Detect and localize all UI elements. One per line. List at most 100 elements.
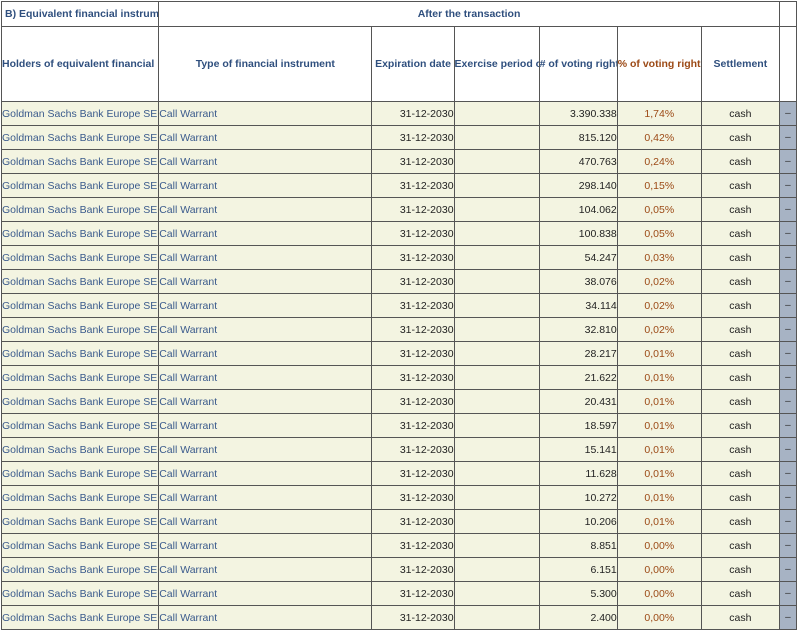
cell-expiration: 31-12-2030 xyxy=(371,317,455,342)
cell-expiration: 31-12-2030 xyxy=(371,509,455,534)
cell-exercise-period xyxy=(453,173,540,198)
cell-voting-rights: 470.763 xyxy=(538,149,618,174)
cell-type: Call Warrant xyxy=(158,197,373,222)
cell-voting-rights: 38.076 xyxy=(538,269,618,294)
row-side-marker[interactable]: – xyxy=(778,365,798,390)
cell-settlement: cash xyxy=(700,221,780,246)
row-side-marker[interactable]: – xyxy=(778,221,798,246)
row-side-marker[interactable]: – xyxy=(778,581,798,606)
cell-exercise-period xyxy=(453,197,540,222)
cell-holder: Goldman Sachs Bank Europe SE xyxy=(0,509,160,534)
table-row: Goldman Sachs Bank Europe SE Call Warrant… xyxy=(0,101,798,126)
row-side-marker[interactable]: – xyxy=(778,509,798,534)
cell-type: Call Warrant xyxy=(158,533,373,558)
cell-voting-rights: 34.114 xyxy=(538,293,618,318)
col-header-expiration: Expiration date xyxy=(371,26,455,102)
cell-exercise-period xyxy=(453,581,540,606)
cell-holder: Goldman Sachs Bank Europe SE xyxy=(0,533,160,558)
row-side-marker[interactable]: – xyxy=(778,437,798,462)
cell-settlement: cash xyxy=(700,365,780,390)
cell-pct-voting: 0,00% xyxy=(616,533,702,558)
cell-voting-rights: 5.300 xyxy=(538,581,618,606)
cell-expiration: 31-12-2030 xyxy=(371,269,455,294)
cell-type: Call Warrant xyxy=(158,173,373,198)
cell-settlement: cash xyxy=(700,173,780,198)
row-side-marker[interactable]: – xyxy=(778,341,798,366)
cell-type: Call Warrant xyxy=(158,245,373,270)
cell-holder: Goldman Sachs Bank Europe SE xyxy=(0,605,160,630)
cell-type: Call Warrant xyxy=(158,221,373,246)
cell-settlement: cash xyxy=(700,293,780,318)
cell-pct-voting: 0,05% xyxy=(616,197,702,222)
cell-voting-rights: 100.838 xyxy=(538,221,618,246)
cell-pct-voting: 0,02% xyxy=(616,293,702,318)
cell-holder: Goldman Sachs Bank Europe SE xyxy=(0,149,160,174)
cell-pct-voting: 0,01% xyxy=(616,341,702,366)
cell-type: Call Warrant xyxy=(158,437,373,462)
row-side-marker[interactable]: – xyxy=(778,125,798,150)
cell-exercise-period xyxy=(453,317,540,342)
row-side-marker[interactable]: – xyxy=(778,197,798,222)
table-row: Goldman Sachs Bank Europe SE Call Warrant… xyxy=(0,125,798,150)
cell-voting-rights: 104.062 xyxy=(538,197,618,222)
cell-exercise-period xyxy=(453,557,540,582)
row-side-marker[interactable]: – xyxy=(778,485,798,510)
cell-expiration: 31-12-2030 xyxy=(371,149,455,174)
table-row: Goldman Sachs Bank Europe SE Call Warrant… xyxy=(0,365,798,390)
cell-settlement: cash xyxy=(700,245,780,270)
row-side-marker[interactable]: – xyxy=(778,173,798,198)
col-header-settlement: Settlement xyxy=(700,26,780,102)
row-side-marker[interactable]: – xyxy=(778,461,798,486)
row-side-marker[interactable]: – xyxy=(778,101,798,126)
cell-type: Call Warrant xyxy=(158,557,373,582)
table-row: Goldman Sachs Bank Europe SE Call Warrant… xyxy=(0,293,798,318)
cell-settlement: cash xyxy=(700,317,780,342)
row-side-marker[interactable]: – xyxy=(778,269,798,294)
table-row: Goldman Sachs Bank Europe SE Call Warrant… xyxy=(0,437,798,462)
row-side-marker[interactable]: – xyxy=(778,149,798,174)
cell-exercise-period xyxy=(453,605,540,630)
cell-voting-rights: 11.628 xyxy=(538,461,618,486)
row-side-marker[interactable]: – xyxy=(778,605,798,630)
side-header-spacer xyxy=(778,26,798,102)
row-side-marker[interactable]: – xyxy=(778,245,798,270)
cell-expiration: 31-12-2030 xyxy=(371,485,455,510)
table-row: Goldman Sachs Bank Europe SE Call Warrant… xyxy=(0,221,798,246)
cell-settlement: cash xyxy=(700,461,780,486)
cell-voting-rights: 815.120 xyxy=(538,125,618,150)
cell-settlement: cash xyxy=(700,101,780,126)
cell-settlement: cash xyxy=(700,533,780,558)
table-row: Goldman Sachs Bank Europe SE Call Warrant… xyxy=(0,485,798,510)
cell-holder: Goldman Sachs Bank Europe SE xyxy=(0,437,160,462)
cell-type: Call Warrant xyxy=(158,389,373,414)
cell-voting-rights: 2.400 xyxy=(538,605,618,630)
cell-expiration: 31-12-2030 xyxy=(371,413,455,438)
cell-expiration: 31-12-2030 xyxy=(371,365,455,390)
row-side-marker[interactable]: – xyxy=(778,413,798,438)
cell-type: Call Warrant xyxy=(158,125,373,150)
cell-voting-rights: 20.431 xyxy=(538,389,618,414)
cell-expiration: 31-12-2030 xyxy=(371,461,455,486)
cell-exercise-period xyxy=(453,437,540,462)
row-side-marker[interactable]: – xyxy=(778,317,798,342)
row-side-marker[interactable]: – xyxy=(778,557,798,582)
cell-exercise-period xyxy=(453,509,540,534)
row-side-marker[interactable]: – xyxy=(778,389,798,414)
cell-pct-voting: 0,03% xyxy=(616,245,702,270)
table-row: Goldman Sachs Bank Europe SE Call Warrant… xyxy=(0,461,798,486)
table-row: Goldman Sachs Bank Europe SE Call Warrant… xyxy=(0,605,798,630)
cell-pct-voting: 0,01% xyxy=(616,389,702,414)
table-row: Goldman Sachs Bank Europe SE Call Warrant… xyxy=(0,269,798,294)
cell-voting-rights: 21.622 xyxy=(538,365,618,390)
table-row: Goldman Sachs Bank Europe SE Call Warrant… xyxy=(0,341,798,366)
cell-pct-voting: 0,01% xyxy=(616,437,702,462)
cell-settlement: cash xyxy=(700,485,780,510)
cell-type: Call Warrant xyxy=(158,341,373,366)
row-side-marker[interactable]: – xyxy=(778,293,798,318)
cell-voting-rights: 10.206 xyxy=(538,509,618,534)
cell-pct-voting: 0,15% xyxy=(616,173,702,198)
col-header-voting-rights: # of voting rights that may be acquired … xyxy=(538,26,618,102)
cell-type: Call Warrant xyxy=(158,293,373,318)
cell-exercise-period xyxy=(453,413,540,438)
row-side-marker[interactable]: – xyxy=(778,533,798,558)
